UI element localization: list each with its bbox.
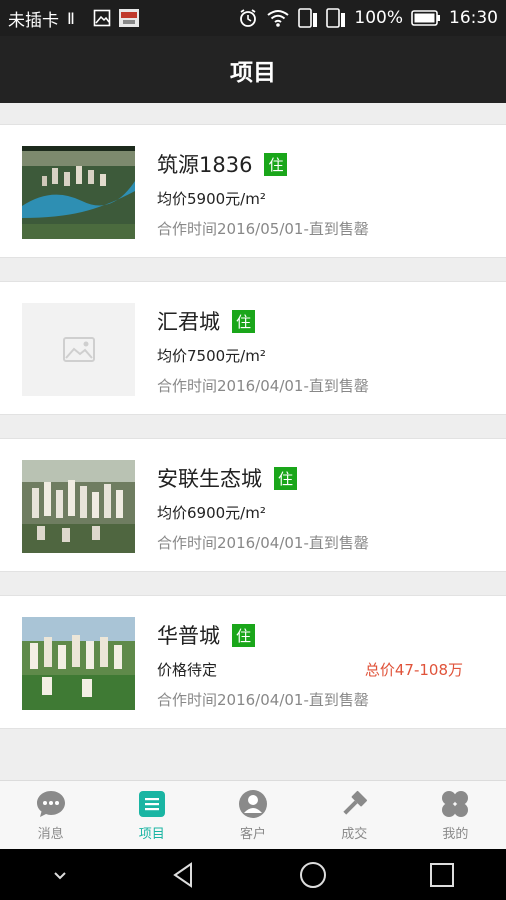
project-thumbnail [22, 460, 135, 553]
app-notification-icon [119, 9, 139, 27]
tab-deals[interactable]: 成交 [304, 781, 405, 849]
hd-voice-icon: Ⅱ [67, 9, 85, 27]
back-icon[interactable] [169, 860, 199, 890]
sim-signal-2-icon [326, 7, 346, 29]
project-card[interactable]: 安联生态城 住 均价6900元/m² 合作时间2016/04/01-直到售罄 [0, 438, 506, 572]
battery-icon [411, 9, 441, 27]
chevron-down-icon[interactable] [50, 865, 70, 885]
project-name: 汇君城 [157, 310, 220, 334]
residential-badge: 住 [274, 466, 297, 490]
project-thumbnail-placeholder [22, 303, 135, 396]
clock-time: 16:30 [449, 8, 498, 28]
list-icon [138, 791, 165, 817]
svg-text:Ⅱ: Ⅱ [67, 9, 75, 27]
cooperation-period: 合作时间2016/04/01-直到售罄 [157, 534, 369, 552]
residential-badge: 住 [232, 623, 255, 647]
total-price: 总价47-108万 [364, 661, 463, 679]
home-icon[interactable] [298, 860, 328, 890]
tab-projects[interactable]: 项目 [101, 781, 202, 849]
status-bar: 未插卡 Ⅱ 100% 16:30 [0, 0, 506, 36]
page-title: 项目 [230, 59, 276, 86]
alarm-icon [238, 8, 258, 28]
bottom-tab-bar: 消息 项目 客户 成交 我的 [0, 780, 506, 849]
tab-mine[interactable]: 我的 [405, 781, 506, 849]
tab-messages[interactable]: 消息 [0, 781, 101, 849]
cooperation-period: 合作时间2016/05/01-直到售罄 [157, 220, 369, 238]
residential-badge: 住 [264, 152, 288, 176]
average-price: 均价6900元/m² [157, 504, 266, 522]
project-card[interactable]: 汇君城 住 均价7500元/m² 合作时间2016/04/01-直到售罄 [0, 281, 506, 415]
recent-apps-icon[interactable] [427, 860, 457, 890]
price-pending: 价格待定 [157, 661, 218, 679]
project-thumbnail [22, 146, 135, 239]
app-header: 项目 [0, 36, 506, 103]
residential-badge: 住 [232, 309, 255, 333]
tab-label: 客户 [240, 827, 267, 842]
project-card[interactable]: 筑源1836 住 均价5900元/m² 合作时间2016/05/01-直到售罄 [0, 124, 506, 258]
person-icon [239, 790, 267, 818]
average-price: 均价7500元/m² [157, 347, 266, 365]
average-price: 均价5900元/m² [157, 190, 266, 208]
project-name: 华普城 [157, 624, 220, 648]
image-icon [93, 9, 111, 27]
wifi-icon [266, 8, 290, 28]
tab-customers[interactable]: 客户 [202, 781, 303, 849]
chat-bubble-icon [36, 791, 65, 817]
gavel-icon [343, 790, 368, 815]
battery-percent: 100% [354, 8, 403, 28]
tab-label: 项目 [138, 827, 165, 842]
clover-icon [442, 791, 469, 817]
project-card[interactable]: 华普城 住 价格待定 总价47-108万 合作时间2016/04/01-直到售罄 [0, 595, 506, 729]
tab-label: 成交 [341, 827, 368, 842]
project-name: 筑源1836 [157, 153, 253, 177]
tab-label: 我的 [442, 827, 469, 842]
cooperation-period: 合作时间2016/04/01-直到售罄 [157, 377, 369, 395]
image-placeholder-icon [22, 303, 135, 396]
sim-signal-icon [298, 7, 318, 29]
carrier-text: 未插卡 [8, 10, 59, 31]
project-thumbnail [22, 617, 135, 710]
system-nav-bar [0, 849, 506, 900]
cooperation-period: 合作时间2016/04/01-直到售罄 [157, 691, 369, 709]
project-name: 安联生态城 [157, 467, 262, 491]
tab-label: 消息 [37, 827, 64, 842]
